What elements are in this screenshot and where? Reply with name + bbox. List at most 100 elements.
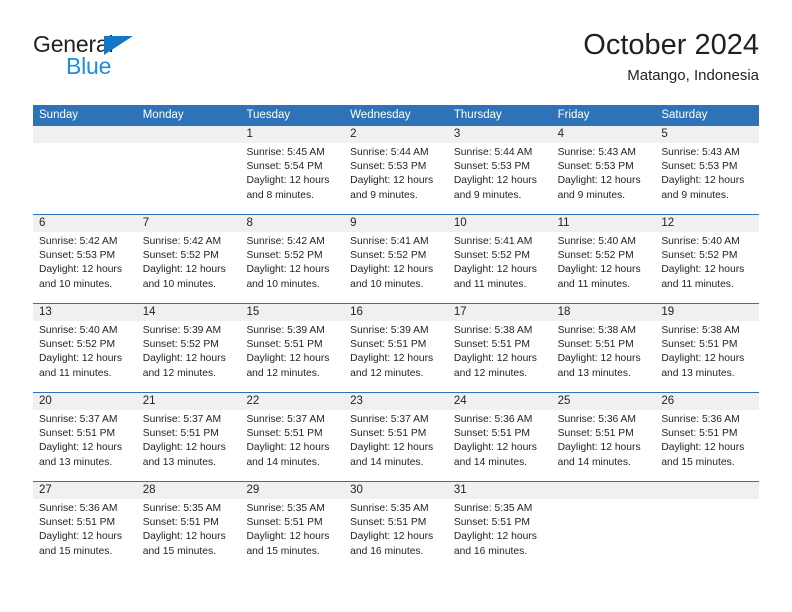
day-cell[interactable]: 9 Sunrise: 5:41 AM Sunset: 5:52 PM Daylight… — [344, 215, 448, 303]
day-cell-empty — [33, 126, 137, 214]
daylight-text: Daylight: 12 hours and 15 minutes. — [39, 531, 122, 557]
day-number-band: 19 — [655, 304, 760, 321]
sunrise-text: Sunrise: 5:35 AM — [453, 503, 533, 514]
day-details: Sunrise: 5:38 AM Sunset: 5:51 PM Daylight:… — [655, 321, 759, 381]
day-details: Sunrise: 5:38 AM Sunset: 5:51 PM Daylight:… — [552, 321, 656, 381]
day-details: Sunrise: 5:36 AM Sunset: 5:51 PM Daylight:… — [448, 410, 552, 470]
day-cell[interactable]: 11 Sunrise: 5:40 AM Sunset: 5:52 PM Dayligh… — [551, 215, 656, 303]
sunrise-text: Sunrise: 5:37 AM — [246, 414, 325, 425]
sunrise-text: Sunrise: 5:42 AM — [142, 236, 222, 247]
day-cell[interactable]: 30 Sunrise: 5:35 AM Sunset: 5:51 PM Dayligh… — [344, 482, 448, 571]
day-number-band: 21 — [136, 393, 241, 410]
day-details: Sunrise: 5:40 AM Sunset: 5:52 PM Daylight:… — [33, 321, 137, 381]
day-cell[interactable]: 8 Sunrise: 5:42 AM Sunset: 5:52 PM Daylight… — [240, 215, 345, 303]
day-cell[interactable]: 14 Sunrise: 5:39 AM Sunset: 5:52 PM Dayligh… — [136, 304, 241, 392]
day-cell[interactable]: 4 Sunrise: 5:43 AM Sunset: 5:53 PM Daylight… — [551, 126, 656, 214]
sunrise-text: Sunrise: 5:38 AM — [453, 325, 533, 336]
day-number: 6 — [39, 217, 46, 229]
day-number: 20 — [39, 395, 52, 407]
day-number-band: 15 — [240, 304, 345, 321]
day-cell[interactable]: 23 Sunrise: 5:37 AM Sunset: 5:51 PM Dayligh… — [344, 393, 448, 481]
day-number-band: 2 — [344, 126, 448, 143]
day-number-band: 17 — [447, 304, 552, 321]
brand-logo[interactable]: General Blue — [33, 33, 213, 85]
sunrise-text: Sunrise: 5:37 AM — [39, 414, 118, 425]
day-number-band: 4 — [551, 126, 656, 143]
day-cell[interactable]: 3 Sunrise: 5:44 AM Sunset: 5:53 PM Daylight… — [447, 126, 552, 214]
sunrise-text: Sunrise: 5:38 AM — [557, 325, 637, 336]
day-number-band: 22 — [240, 393, 345, 410]
day-cell[interactable]: 18 Sunrise: 5:38 AM Sunset: 5:51 PM Dayligh… — [551, 304, 656, 392]
sunset-text: Sunset: 5:51 PM — [557, 428, 634, 440]
sunset-text: Sunset: 5:51 PM — [246, 428, 323, 440]
day-cell[interactable]: 17 Sunrise: 5:38 AM Sunset: 5:51 PM Dayligh… — [447, 304, 552, 392]
day-cell[interactable]: 2 Sunrise: 5:44 AM Sunset: 5:53 PM Daylight… — [344, 126, 448, 214]
day-cell[interactable]: 19 Sunrise: 5:38 AM Sunset: 5:51 PM Dayligh… — [655, 304, 760, 392]
day-cell[interactable]: 31 Sunrise: 5:35 AM Sunset: 5:51 PM Dayligh… — [447, 482, 552, 571]
day-details: Sunrise: 5:37 AM Sunset: 5:51 PM Daylight:… — [137, 410, 241, 470]
day-cell[interactable]: 5 Sunrise: 5:43 AM Sunset: 5:53 PM Daylight… — [655, 126, 760, 214]
sunset-text: Sunset: 5:51 PM — [661, 339, 738, 351]
day-number-band: 10 — [447, 215, 552, 232]
day-number: 23 — [350, 395, 363, 407]
day-cell[interactable]: 20 Sunrise: 5:37 AM Sunset: 5:51 PM Dayligh… — [33, 393, 137, 481]
day-number-band: 28 — [136, 482, 241, 499]
day-cell[interactable]: 10 Sunrise: 5:41 AM Sunset: 5:52 PM Dayligh… — [447, 215, 552, 303]
sunset-text: Sunset: 5:52 PM — [39, 339, 116, 351]
day-cell[interactable]: 25 Sunrise: 5:36 AM Sunset: 5:51 PM Dayligh… — [551, 393, 656, 481]
day-number-band: 31 — [447, 482, 552, 499]
day-details: Sunrise: 5:35 AM Sunset: 5:51 PM Daylight:… — [344, 499, 448, 559]
day-cell[interactable]: 13 Sunrise: 5:40 AM Sunset: 5:52 PM Dayligh… — [33, 304, 137, 392]
daylight-text: Daylight: 12 hours and 12 minutes. — [142, 353, 226, 379]
sunrise-text: Sunrise: 5:43 AM — [661, 147, 740, 158]
sunset-text: Sunset: 5:51 PM — [246, 517, 323, 529]
day-number-band: 6 — [33, 215, 137, 232]
day-number: 21 — [142, 395, 156, 407]
sunset-text: Sunset: 5:54 PM — [246, 161, 323, 173]
day-cell[interactable]: 27 Sunrise: 5:36 AM Sunset: 5:51 PM Dayligh… — [33, 482, 137, 571]
day-number-band — [655, 482, 760, 499]
sunrise-text: Sunrise: 5:40 AM — [661, 236, 740, 247]
day-number: 28 — [142, 484, 156, 496]
sunrise-text: Sunrise: 5:40 AM — [39, 325, 118, 336]
daylight-text: Daylight: 12 hours and 10 minutes. — [39, 264, 122, 290]
day-cell[interactable]: 26 Sunrise: 5:36 AM Sunset: 5:51 PM Dayligh… — [655, 393, 760, 481]
sunset-text: Sunset: 5:51 PM — [142, 517, 219, 529]
daylight-text: Daylight: 12 hours and 13 minutes. — [39, 442, 122, 468]
day-cell[interactable]: 16 Sunrise: 5:39 AM Sunset: 5:51 PM Dayligh… — [344, 304, 448, 392]
day-number: 4 — [557, 128, 564, 140]
page-title: October 2024 — [583, 29, 759, 61]
day-cell[interactable]: 21 Sunrise: 5:37 AM Sunset: 5:51 PM Dayligh… — [136, 393, 241, 481]
day-cell[interactable]: 7 Sunrise: 5:42 AM Sunset: 5:52 PM Daylight… — [136, 215, 241, 303]
day-number: 10 — [453, 217, 467, 229]
sunset-text: Sunset: 5:53 PM — [350, 161, 427, 173]
day-number-band: 13 — [33, 304, 137, 321]
sunrise-text: Sunrise: 5:39 AM — [142, 325, 222, 336]
day-number: 24 — [453, 395, 467, 407]
day-number: 22 — [246, 395, 260, 407]
day-cell[interactable]: 22 Sunrise: 5:37 AM Sunset: 5:51 PM Dayligh… — [240, 393, 345, 481]
day-cell[interactable]: 6 Sunrise: 5:42 AM Sunset: 5:53 PM Daylight… — [33, 215, 137, 303]
sunset-text: Sunset: 5:51 PM — [39, 517, 116, 529]
day-cell[interactable]: 12 Sunrise: 5:40 AM Sunset: 5:52 PM Dayligh… — [655, 215, 760, 303]
day-cell[interactable]: 15 Sunrise: 5:39 AM Sunset: 5:51 PM Dayligh… — [240, 304, 345, 392]
day-number: 30 — [350, 484, 363, 496]
sunset-text: Sunset: 5:51 PM — [350, 428, 427, 440]
day-cell[interactable]: 24 Sunrise: 5:36 AM Sunset: 5:51 PM Dayligh… — [447, 393, 552, 481]
day-cell[interactable]: 28 Sunrise: 5:35 AM Sunset: 5:51 PM Dayligh… — [136, 482, 241, 571]
sunset-text: Sunset: 5:52 PM — [661, 250, 738, 262]
day-cell[interactable]: 29 Sunrise: 5:35 AM Sunset: 5:51 PM Dayligh… — [240, 482, 345, 571]
weekday-header-friday: Friday — [557, 109, 590, 121]
sunset-text: Sunset: 5:52 PM — [350, 250, 427, 262]
day-number: 17 — [453, 306, 467, 318]
day-number-band: 3 — [447, 126, 552, 143]
day-number: 27 — [39, 484, 52, 496]
day-number: 5 — [661, 128, 668, 140]
calendar-grid: Sunday Monday Tuesday Wednesday Thursday Frid… — [33, 105, 760, 571]
day-number: 12 — [661, 217, 675, 229]
day-details: Sunrise: 5:36 AM Sunset: 5:51 PM Daylight:… — [33, 499, 137, 559]
calendar-weeks: 1 Sunrise: 5:45 AM Sunset: 5:54 PM Daylight… — [33, 126, 760, 571]
day-cell[interactable]: 1 Sunrise: 5:45 AM Sunset: 5:54 PM Daylight… — [240, 126, 345, 214]
daylight-text: Daylight: 12 hours and 12 minutes. — [246, 353, 330, 379]
day-number: 9 — [350, 217, 357, 229]
